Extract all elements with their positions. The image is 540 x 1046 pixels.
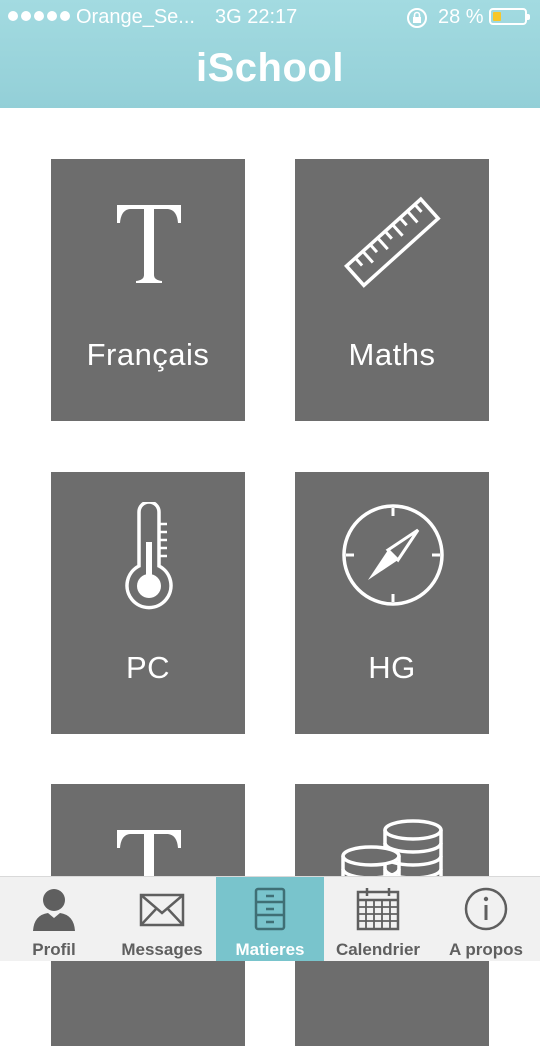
tab-label: Messages xyxy=(121,940,203,959)
battery-icon xyxy=(489,8,530,25)
battery-fill xyxy=(493,12,501,21)
info-icon xyxy=(432,885,540,935)
tab-label: Matieres xyxy=(235,940,305,959)
network-time: 3G 22:17 xyxy=(215,6,298,28)
signal-strength-icon xyxy=(8,11,70,21)
subject-tile-pc[interactable]: PC xyxy=(51,472,245,734)
tab-a-propos[interactable]: A propos xyxy=(432,877,540,961)
compass-icon xyxy=(295,472,489,642)
tab-label: Calendrier xyxy=(335,940,421,959)
tab-matieres[interactable]: Matieres xyxy=(216,877,324,961)
calendar-icon xyxy=(324,885,432,935)
subject-label: Maths xyxy=(348,337,436,372)
app-header: Orange_Se... 3G 22:17 28 % iSchool xyxy=(0,0,540,108)
tab-bar: Profil Messages Matieres Calendrier A pr… xyxy=(0,876,540,961)
subject-tile-maths[interactable]: Maths xyxy=(295,159,489,421)
subject-label: Français xyxy=(86,337,210,372)
battery-percent: 28 % xyxy=(438,6,484,28)
text-t-icon xyxy=(51,159,245,329)
profile-icon xyxy=(0,885,108,935)
carrier-name: Orange_Se... xyxy=(76,6,195,28)
app-title: iSchool xyxy=(196,46,344,90)
tab-label: A propos xyxy=(449,940,523,959)
tab-messages[interactable]: Messages xyxy=(108,877,216,961)
tab-profil[interactable]: Profil xyxy=(0,877,108,961)
subject-tile-hg[interactable]: HG xyxy=(295,472,489,734)
status-bar: Orange_Se... 3G 22:17 28 % xyxy=(0,0,540,36)
subject-label: PC xyxy=(125,650,171,685)
thermometer-icon xyxy=(51,472,245,642)
envelope-icon xyxy=(108,885,216,935)
subject-label: HG xyxy=(368,650,416,685)
rotation-lock-icon xyxy=(406,7,428,35)
subject-tile-francais[interactable]: Français xyxy=(51,159,245,421)
tab-calendrier[interactable]: Calendrier xyxy=(324,877,432,961)
tab-label: Profil xyxy=(32,940,76,959)
cabinet-icon xyxy=(216,885,324,935)
ruler-icon xyxy=(295,159,489,329)
